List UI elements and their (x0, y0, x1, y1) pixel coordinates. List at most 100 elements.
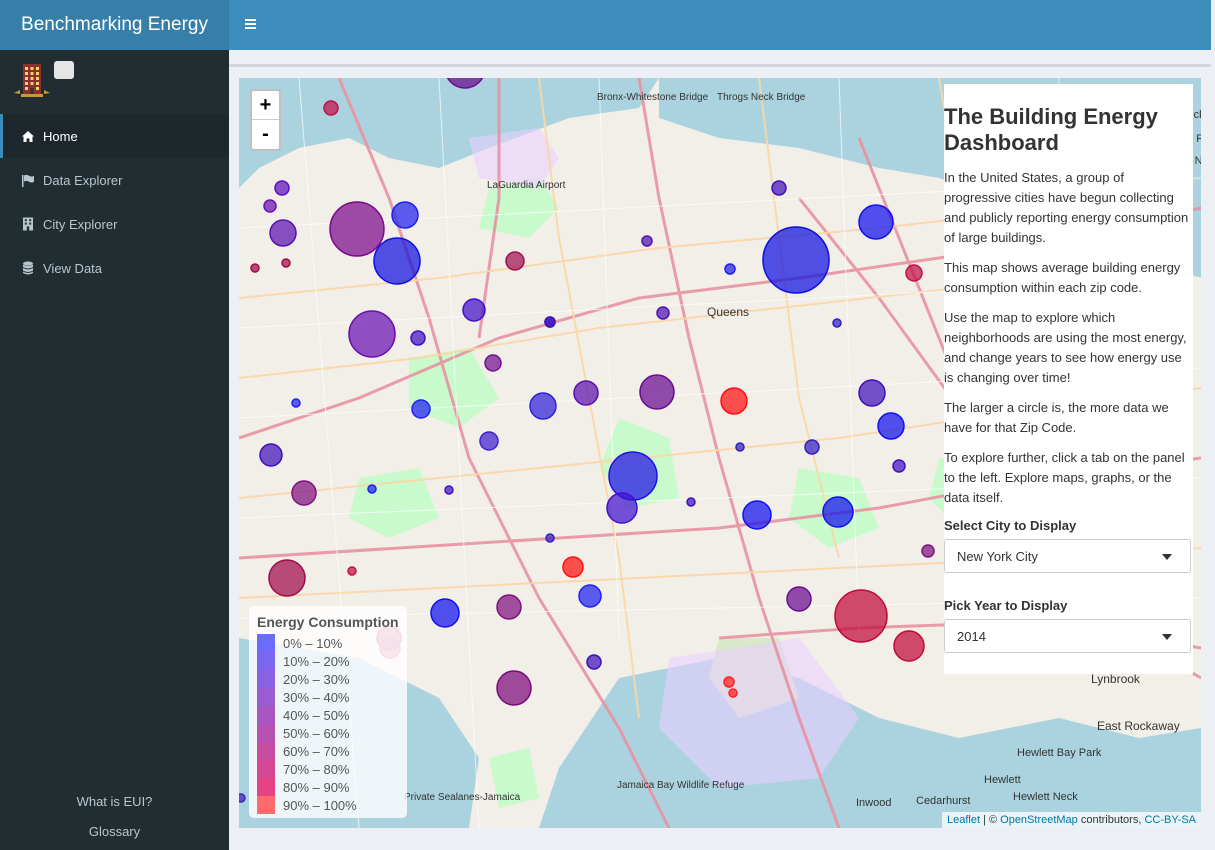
zipcode-energy-circle[interactable] (250, 263, 260, 273)
zipcode-energy-circle[interactable] (771, 180, 787, 196)
map-container[interactable]: Bronx-Whitestone Bridge Throgs Neck Brid… (239, 78, 1201, 828)
app: Benchmarking Energy Home Data Explorer C… (0, 0, 1215, 850)
sidebar-item-home[interactable]: Home (0, 114, 229, 158)
zipcode-energy-circle[interactable] (544, 316, 556, 328)
sidebar-item-data-explorer[interactable]: Data Explorer (0, 158, 229, 202)
legend-swatch (257, 688, 275, 706)
legend-row: 20% – 30% (257, 670, 399, 688)
zipcode-energy-circle[interactable] (496, 594, 522, 620)
zipcode-energy-circle[interactable] (484, 354, 502, 372)
zipcode-energy-circle[interactable] (411, 399, 431, 419)
sidebar-item-city-explorer[interactable]: City Explorer (0, 202, 229, 246)
map-label-inwood: Inwood (856, 797, 891, 809)
zipcode-energy-circle[interactable] (804, 439, 820, 455)
legend-row: 10% – 20% (257, 652, 399, 670)
what-is-eui-link[interactable]: What is EUI? (0, 794, 229, 809)
zipcode-energy-circle[interactable] (786, 586, 812, 612)
zipcode-energy-circle[interactable] (834, 589, 888, 643)
energy-legend: Energy Consumption 0% – 10% 10% – 20% 20% … (249, 606, 407, 818)
zoom-out-button[interactable]: - (252, 120, 279, 149)
zipcode-energy-circle[interactable] (291, 398, 301, 408)
zipcode-energy-circle[interactable] (728, 688, 738, 698)
map-label-hewlett-neck: Hewlett Neck (1013, 791, 1078, 803)
zipcode-energy-circle[interactable] (877, 412, 905, 440)
sidebar-toggle-checkbox[interactable] (54, 61, 74, 79)
zipcode-energy-circle[interactable] (259, 443, 283, 467)
year-select[interactable]: 2014 (944, 619, 1191, 653)
zipcode-energy-circle[interactable] (462, 298, 486, 322)
glossary-link[interactable]: Glossary (0, 824, 229, 839)
zipcode-energy-circle[interactable] (347, 566, 357, 576)
zoom-in-button[interactable]: + (252, 91, 279, 120)
zipcode-energy-circle[interactable] (639, 374, 675, 410)
zipcode-energy-circle[interactable] (656, 306, 670, 320)
zipcode-energy-circle[interactable] (586, 654, 602, 670)
zipcode-energy-circle[interactable] (606, 492, 638, 524)
sidebar-item-view-data[interactable]: View Data (0, 246, 229, 290)
zipcode-energy-circle[interactable] (391, 201, 419, 229)
top-navbar (229, 0, 1211, 50)
zipcode-energy-circle[interactable] (529, 392, 557, 420)
zipcode-energy-circle[interactable] (720, 387, 748, 415)
map-label-laguardia: LaGuardia Airport (487, 180, 566, 191)
zipcode-energy-circle[interactable] (858, 204, 894, 240)
zipcode-energy-circle[interactable] (893, 630, 925, 662)
zipcode-energy-circle[interactable] (323, 100, 339, 116)
zipcode-energy-circle[interactable] (892, 459, 906, 473)
zipcode-energy-circle[interactable] (742, 500, 772, 530)
map-label-bronx-whitestone: Bronx-Whitestone Bridge (597, 92, 709, 103)
zipcode-energy-circle[interactable] (562, 556, 584, 578)
city-select[interactable]: New York City (944, 539, 1191, 573)
legend-row: 50% – 60% (257, 724, 399, 742)
app-title[interactable]: Benchmarking Energy (0, 0, 229, 50)
zipcode-energy-circle[interactable] (686, 497, 696, 507)
flag-icon (20, 173, 36, 187)
zipcode-energy-circle[interactable] (832, 318, 842, 328)
zipcode-energy-circle[interactable] (239, 793, 246, 803)
zipcode-energy-circle[interactable] (505, 251, 525, 271)
home-icon (20, 129, 36, 143)
zipcode-energy-circle[interactable] (268, 559, 306, 597)
legend-row: 90% – 100% (257, 796, 399, 814)
zipcode-energy-circle[interactable] (573, 380, 599, 406)
legend-label: 90% – 100% (283, 797, 357, 813)
building-icon (20, 217, 36, 231)
zipcode-energy-circle[interactable] (858, 379, 886, 407)
zipcode-energy-circle[interactable] (723, 676, 735, 688)
sidebar-item-label: View Data (43, 260, 103, 276)
hamburger-menu-icon[interactable] (239, 13, 261, 35)
zipcode-energy-circle[interactable] (641, 235, 653, 247)
zipcode-energy-circle[interactable] (479, 431, 499, 451)
zipcode-energy-circle[interactable] (269, 219, 297, 247)
openstreetmap-link[interactable]: OpenStreetMap (1000, 814, 1078, 826)
zipcode-energy-circle[interactable] (822, 496, 854, 528)
zipcode-energy-circle[interactable] (444, 485, 454, 495)
zipcode-energy-circle[interactable] (263, 199, 277, 213)
zipcode-energy-circle[interactable] (291, 480, 317, 506)
license-link[interactable]: CC-BY-SA (1144, 814, 1196, 826)
zipcode-energy-circle[interactable] (735, 442, 745, 452)
year-select-value: 2014 (957, 628, 986, 644)
legend-swatch (257, 706, 275, 724)
zipcode-energy-circle[interactable] (724, 263, 736, 275)
zipcode-energy-circle[interactable] (762, 226, 830, 294)
zipcode-energy-circle[interactable] (578, 584, 602, 608)
zipcode-energy-circle[interactable] (608, 451, 658, 501)
attribution-contributors: contributors, (1077, 814, 1145, 826)
zipcode-energy-circle[interactable] (274, 180, 290, 196)
zipcode-energy-circle[interactable] (430, 598, 460, 628)
leaflet-link[interactable]: Leaflet (947, 814, 980, 826)
legend-label: 40% – 50% (283, 707, 350, 723)
map-label-east-rockaway: East Rockaway (1097, 719, 1180, 733)
zipcode-energy-circle[interactable] (410, 330, 426, 346)
attribution-separator: | © (980, 814, 1001, 826)
zipcode-energy-circle[interactable] (545, 533, 555, 543)
zipcode-energy-circle[interactable] (496, 670, 532, 706)
zipcode-energy-circle[interactable] (921, 544, 935, 558)
zipcode-energy-circle[interactable] (373, 237, 421, 285)
zipcode-energy-circle[interactable] (281, 258, 291, 268)
zipcode-energy-circle[interactable] (329, 201, 385, 257)
zipcode-energy-circle[interactable] (905, 264, 923, 282)
zipcode-energy-circle[interactable] (348, 310, 396, 358)
zipcode-energy-circle[interactable] (367, 484, 377, 494)
